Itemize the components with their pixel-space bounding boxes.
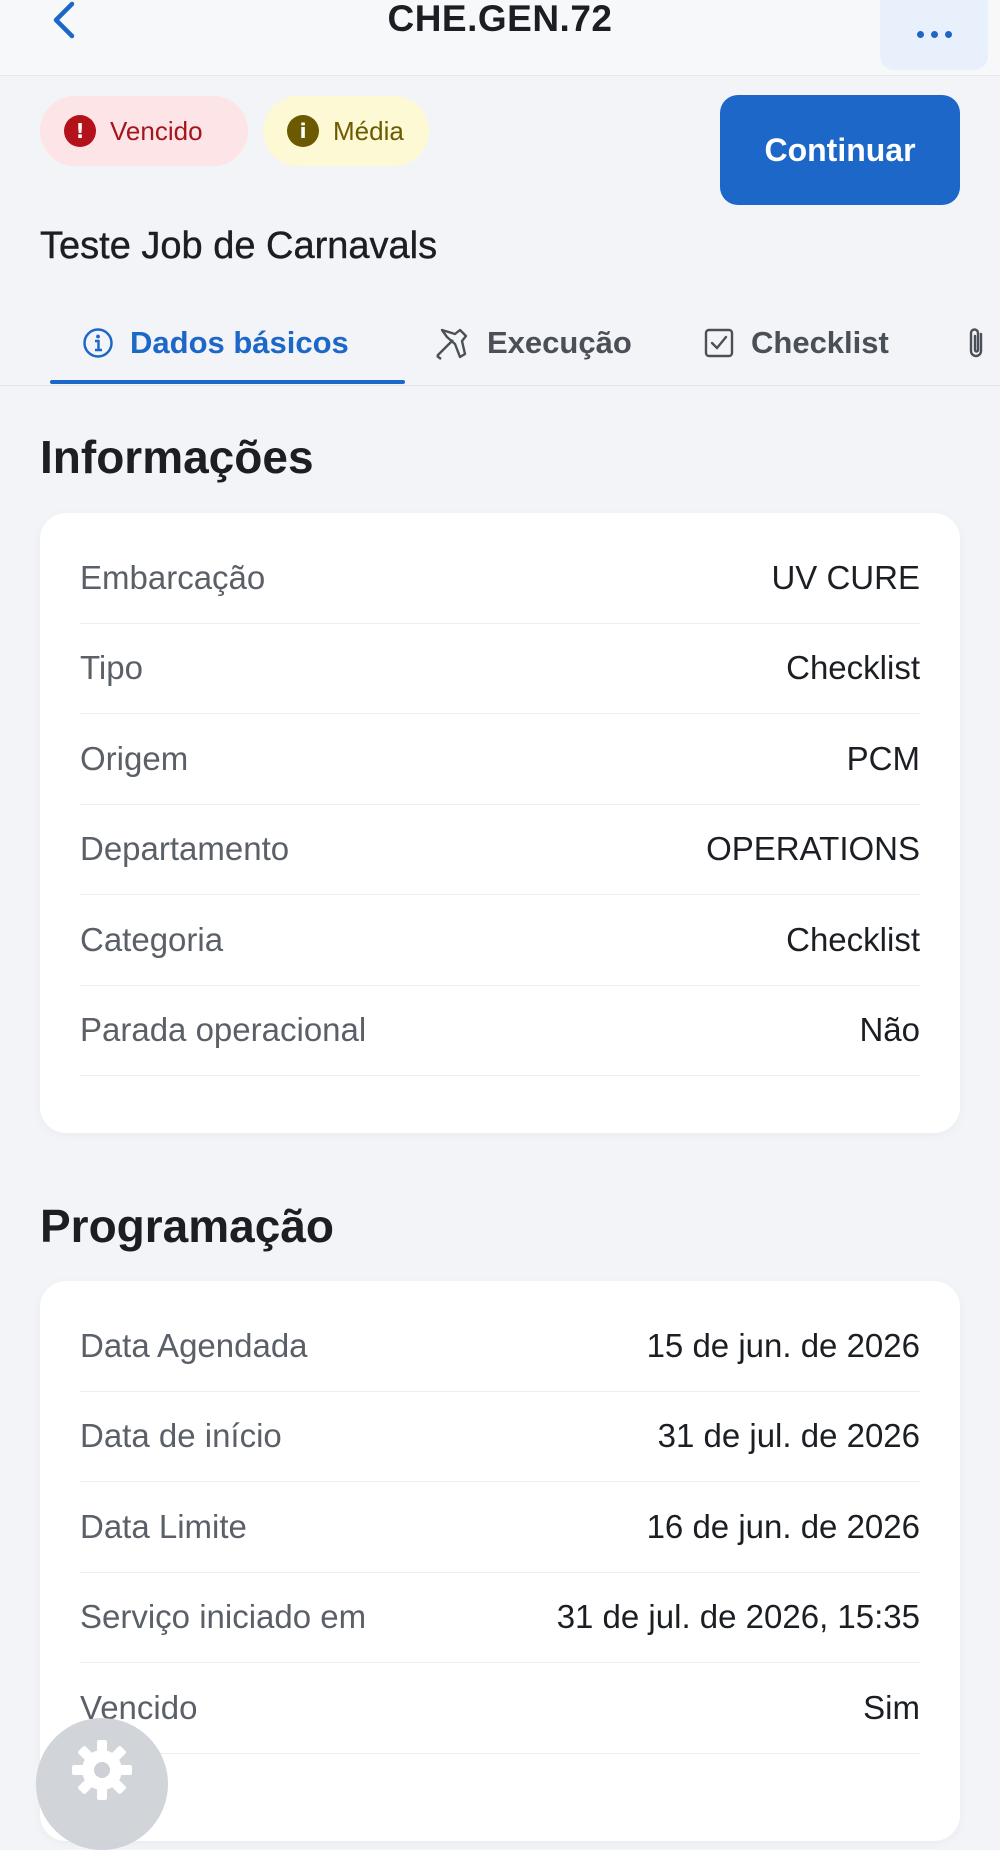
top-bar: CHE.GEN.72 (0, 0, 1000, 76)
tab-execution[interactable]: Execução (433, 300, 632, 386)
schedule-section-title: Programação (40, 1200, 335, 1252)
row-value: Não (859, 1011, 920, 1049)
priority-badge: i Média (263, 96, 429, 166)
tab-attachments[interactable] (966, 300, 988, 386)
row-label: Parada operacional (80, 1011, 367, 1049)
row-value: PCM (846, 739, 920, 777)
settings-fab[interactable] (36, 1718, 168, 1850)
row-label: Categoria (80, 920, 224, 958)
page-title: CHE.GEN.72 (387, 0, 613, 39)
row-value: Checklist (786, 920, 920, 958)
info-circle-icon (83, 328, 113, 358)
overdue-badge-label: Vencido (110, 115, 203, 146)
info-card: Embarcação UV CURE Tipo Checklist Origem PC… (40, 513, 960, 1133)
schedule-card: Data Agendada 15 de jun. de 2026 Data de … (40, 1281, 960, 1841)
row-label: Embarcação (80, 558, 266, 596)
tab-label: Execução (487, 325, 632, 360)
info-section-title: Informações (40, 431, 314, 483)
schedule-row: Data Limite 16 de jun. de 2026 (80, 1482, 920, 1573)
row-label: Origem (80, 739, 189, 777)
row-label: Data Agendada (80, 1326, 308, 1364)
info-row: Departamento OPERATIONS (80, 805, 920, 895)
schedule-row: Serviço iniciado em 31 de jul. de 2026, 1… (80, 1573, 920, 1663)
continue-button[interactable]: Continuar (720, 95, 960, 205)
tab-label: Checklist (751, 325, 889, 360)
more-options-button[interactable] (880, 0, 988, 70)
schedule-row: Data de início 31 de jul. de 2026 (80, 1392, 920, 1482)
overdue-badge: ! Vencido (40, 96, 248, 166)
row-value: Checklist (786, 649, 920, 687)
priority-badge-label: Média (333, 115, 404, 146)
row-value: 15 de jun. de 2026 (646, 1326, 920, 1364)
tab-label: Dados básicos (130, 325, 349, 360)
row-label: Data Limite (80, 1507, 247, 1545)
paperclip-icon (969, 328, 983, 358)
schedule-row: Vencido Sim (80, 1663, 920, 1754)
row-label: Tipo (80, 649, 143, 687)
tab-bar: Dados básicos Execução Checklist (0, 300, 1000, 386)
active-tab-indicator (50, 380, 405, 384)
row-value: Sim (863, 1688, 920, 1726)
info-row: Parada operacional Não (80, 986, 920, 1076)
info-row: Categoria Checklist (80, 895, 920, 986)
row-value: UV CURE (771, 558, 920, 596)
tab-checklist[interactable]: Checklist (703, 300, 889, 386)
alert-icon: ! (64, 115, 96, 147)
row-value: OPERATIONS (706, 830, 920, 868)
row-label: Departamento (80, 830, 290, 868)
row-value: 16 de jun. de 2026 (646, 1507, 920, 1545)
info-row: Embarcação UV CURE (80, 533, 920, 624)
tab-basic-data[interactable]: Dados básicos (82, 300, 349, 386)
row-value: 31 de jul. de 2026 (657, 1417, 920, 1455)
checkbox-icon (704, 328, 734, 358)
row-label: Data de início (80, 1417, 282, 1455)
row-value: 31 de jul. de 2026, 15:35 (556, 1598, 920, 1636)
job-title: Teste Job de Carnavals (40, 225, 438, 267)
more-horizontal-icon (916, 30, 952, 38)
gear-icon (72, 1740, 132, 1800)
schedule-row: Data Agendada 15 de jun. de 2026 (80, 1301, 920, 1392)
info-row: Origem PCM (80, 714, 920, 805)
info-icon: i (287, 115, 319, 147)
row-label: Serviço iniciado em (80, 1598, 367, 1636)
tools-icon (436, 328, 468, 360)
info-row: Tipo Checklist (80, 624, 920, 714)
